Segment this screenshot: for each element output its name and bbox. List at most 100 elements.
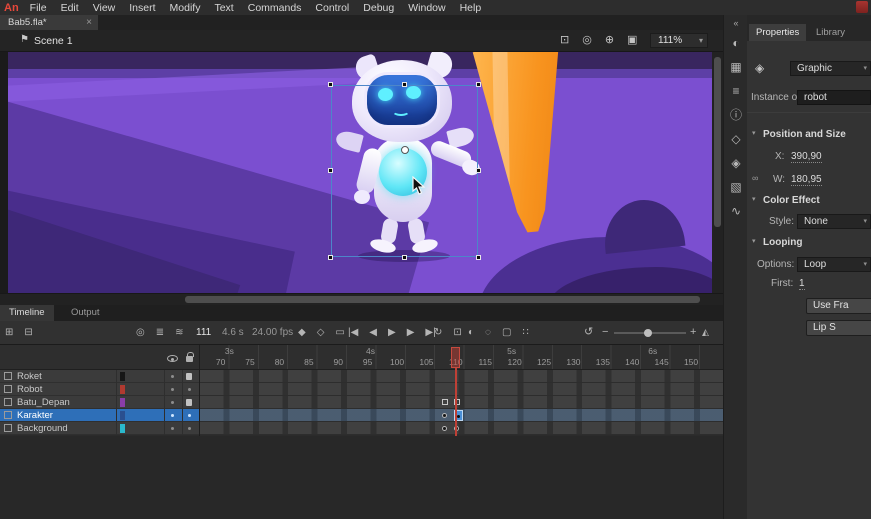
timeline-zoom-in-icon[interactable]: + [690,321,696,344]
transform-handle[interactable] [476,82,481,87]
transform-handle[interactable] [476,168,481,173]
layer-color-swatch[interactable] [120,411,125,420]
transform-point[interactable] [401,146,409,154]
menu-control[interactable]: Control [315,2,349,14]
keyframe-marker[interactable] [442,413,447,418]
menu-debug[interactable]: Debug [363,2,394,14]
layer-track-batu_depan[interactable] [200,396,723,409]
clip-content-icon[interactable]: ▣ [627,33,637,46]
ruler-frame-label[interactable]: 120 [508,357,522,367]
layer-color-swatch[interactable] [120,424,125,433]
ruler-frame-label[interactable]: 75 [245,357,254,367]
document-tab[interactable]: Bab5.fla* × [0,15,98,30]
ruler-frame-label[interactable]: 135 [596,357,610,367]
new-layer-icon[interactable]: ⊞ [5,327,13,338]
play-button[interactable]: ▶ [388,327,396,338]
tab-properties[interactable]: Properties [749,24,806,41]
close-tab-icon[interactable]: × [86,15,92,30]
scrollbar-thumb[interactable] [714,57,721,227]
symbol-behavior-select[interactable]: Graphic ▾ [790,61,871,76]
info-panel-icon[interactable]: ⓘ [724,103,748,127]
menu-view[interactable]: View [93,2,116,14]
onion-outlines-icon[interactable]: ◌ [485,327,491,338]
ruler-frame-label[interactable]: 85 [304,357,313,367]
lock-column-icon[interactable] [186,356,193,362]
show-parenting-icon[interactable]: ≣ [156,327,164,338]
menu-help[interactable]: Help [460,2,482,14]
ruler-frame-label[interactable]: 100 [390,357,404,367]
ruler-frame-label[interactable]: 130 [566,357,580,367]
style-select[interactable]: None ▾ [797,214,871,229]
transform-handle[interactable] [476,255,481,260]
layer-track-roket[interactable] [200,370,723,383]
layer-row-background[interactable]: Background [0,422,200,435]
ruler-frame-label[interactable]: 105 [419,357,433,367]
timeline-column-divider[interactable] [116,370,117,435]
layer-row-batu_depan[interactable]: Batu_Depan [0,396,200,409]
layer-visibility-dot[interactable] [171,401,174,404]
layer-row-roket[interactable]: Roket [0,370,200,383]
add-camera-icon[interactable]: ◎ [136,327,145,338]
adobe-badge-icon[interactable] [856,1,868,13]
section-position-and-size[interactable]: ▾ Position and Size [747,129,871,143]
zoom-select[interactable]: 111% ▾ [650,33,708,48]
slider-handle[interactable] [644,329,652,337]
current-frame-field[interactable]: 111 [196,321,211,344]
layer-lock-icon[interactable] [186,399,192,406]
ruler-frame-label[interactable]: 125 [537,357,551,367]
stage-vertical-scrollbar[interactable] [712,52,723,293]
insert-keyframe-icon[interactable]: ◆ [298,327,306,338]
scrollbar-thumb[interactable] [185,296,700,303]
layer-visibility-dot[interactable] [171,388,174,391]
go-first-frame-icon[interactable]: |◀ [348,327,358,338]
ruler-frame-label[interactable]: 95 [363,357,372,367]
lip-syncing-button[interactable]: Lip S [806,320,871,336]
frame-view-icon[interactable]: ◭ [702,321,709,344]
link-dimensions-icon[interactable]: ∞ [752,173,758,183]
timeline-ruler[interactable]: 3s4s5s6s70758085909510010511011512012513… [0,345,723,370]
w-value[interactable]: 180,95 [791,174,822,186]
menu-window[interactable]: Window [408,2,445,14]
section-color-effect[interactable]: ▾ Color Effect [747,195,871,209]
edit-multiple-frames-icon[interactable]: ⊡ [453,327,461,338]
loop-playback-icon[interactable]: ↻ [434,327,442,338]
code-snippets-panel-icon[interactable]: ◈ [724,151,748,175]
ruler-frame-label[interactable]: 140 [625,357,639,367]
layer-color-swatch[interactable] [120,385,125,394]
menu-edit[interactable]: Edit [61,2,79,14]
collapse-panels-icon[interactable]: « [724,15,748,31]
onion-range-icon[interactable]: ▢ [502,327,511,338]
layer-track-background[interactable] [200,422,723,435]
next-frame-icon[interactable]: ▶ [407,327,415,338]
stage-horizontal-scrollbar[interactable] [0,293,723,305]
transform-handle[interactable] [402,255,407,260]
eye-column-icon[interactable] [167,355,178,362]
timeline-zoom-out-icon[interactable]: − [602,321,608,344]
ruler-frame-label[interactable]: 90 [334,357,343,367]
timeline-column-divider[interactable] [182,370,183,435]
edit-symbols-icon[interactable]: ⊡ [560,33,569,46]
prev-frame-icon[interactable]: ◀ [369,327,377,338]
layer-color-swatch[interactable] [120,372,125,381]
x-value[interactable]: 390,90 [791,151,822,163]
layer-lock-dot[interactable] [188,388,191,391]
stage-canvas[interactable] [8,52,712,293]
layer-track-karakter[interactable] [200,409,723,422]
section-looping[interactable]: ▾ Looping [747,237,871,251]
layer-lock-dot[interactable] [188,427,191,430]
layer-visibility-dot[interactable] [171,375,174,378]
layer-depth-icon[interactable]: ≋ [175,327,183,338]
playhead-marker[interactable] [451,347,460,368]
center-stage-icon[interactable]: ⊕ [605,33,614,46]
menu-commands[interactable]: Commands [248,2,302,14]
transform-handle[interactable] [402,82,407,87]
layer-lock-icon[interactable] [186,373,192,380]
transform-handle[interactable] [328,82,333,87]
insert-blank-keyframe-icon[interactable]: ◇ [317,327,325,338]
first-frame-value[interactable]: 1 [799,278,805,290]
selection-bounding-box[interactable] [331,85,478,257]
layer-visibility-dot[interactable] [171,427,174,430]
frame-rate-field[interactable]: 24.00 fps [252,321,293,344]
color-panel-icon[interactable]: ◐ [724,31,748,55]
components-panel-icon[interactable]: ▧ [724,175,748,199]
